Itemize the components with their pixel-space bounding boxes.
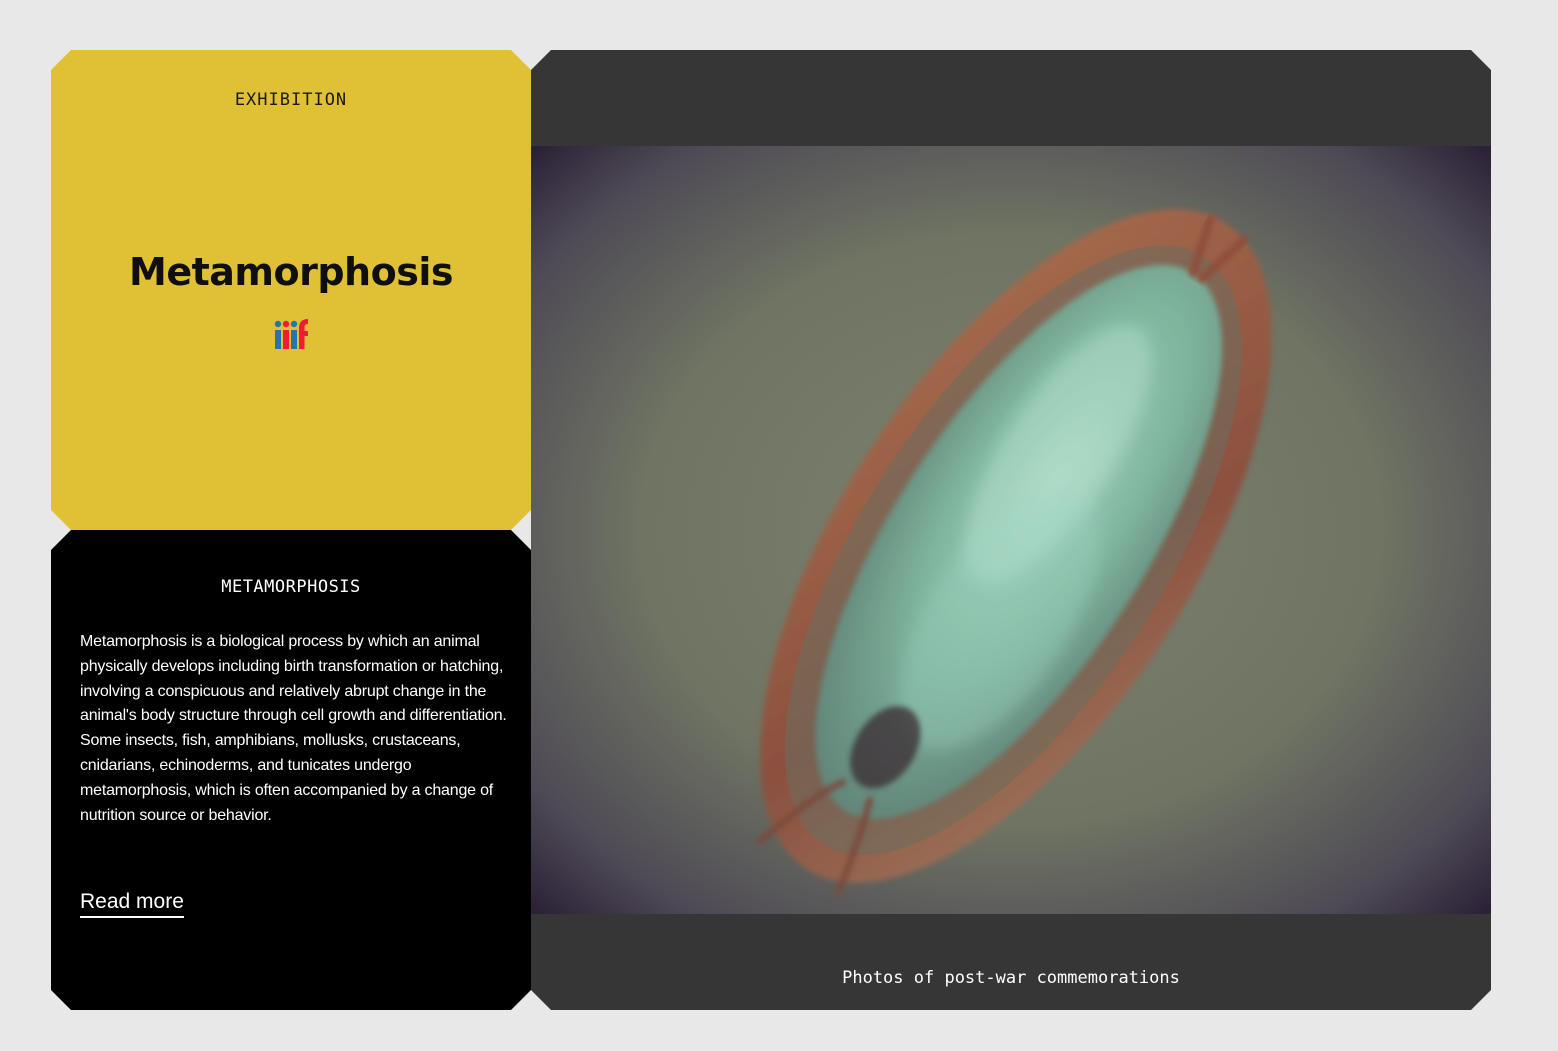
exhibition-title: Metamorphosis bbox=[129, 250, 453, 294]
read-more-link[interactable]: Read more bbox=[80, 890, 184, 918]
exhibition-title-card: EXHIBITION Metamorphosis bbox=[51, 50, 531, 530]
exhibition-kicker: EXHIBITION bbox=[234, 90, 348, 110]
description-card: METAMORPHOSIS Metamorphosis is a biologi… bbox=[51, 530, 531, 1010]
exhibition-photo[interactable] bbox=[531, 146, 1491, 914]
description-heading: METAMORPHOSIS bbox=[221, 577, 361, 597]
iiif-logo-icon[interactable] bbox=[274, 318, 310, 350]
photo-caption: Photos of post-war commemorations bbox=[842, 968, 1180, 988]
media-card: Photos of post-war commemorations bbox=[531, 50, 1491, 1010]
description-body: Metamorphosis is a biological process by… bbox=[80, 633, 507, 824]
